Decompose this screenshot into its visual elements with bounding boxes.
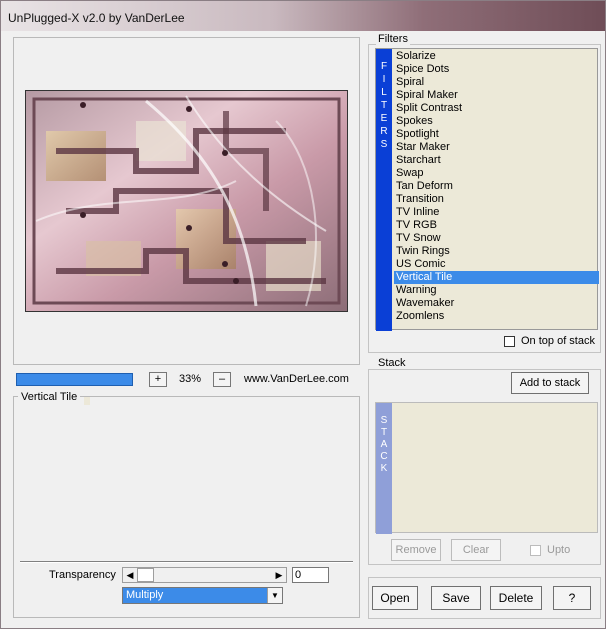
on-top-checkbox[interactable]	[504, 336, 515, 347]
slider-right-arrow-icon[interactable]: ▶	[272, 568, 286, 582]
title-bar[interactable]: UnPlugged-X v2.0 by VanDerLee	[1, 1, 605, 31]
side-letter: T	[380, 100, 388, 111]
zoom-level: 33%	[179, 373, 202, 385]
filter-item[interactable]: US Comic	[394, 258, 599, 271]
window-title: UnPlugged-X v2.0 by VanDerLee	[8, 11, 185, 25]
stack-list[interactable]: STACK	[375, 402, 598, 534]
blend-mode-value: Multiply	[126, 589, 164, 601]
filter-item[interactable]: Spiral	[394, 76, 599, 89]
filters-list[interactable]: FILTERS Solarize Spice Dots Spiral Spiral M…	[375, 48, 599, 331]
transparency-slider[interactable]: ◀ ▶	[122, 567, 287, 583]
stack-group-label: Stack	[376, 357, 408, 369]
filter-item[interactable]: Star Maker	[394, 141, 599, 154]
filter-item[interactable]: Spice Dots	[394, 63, 599, 76]
filter-item[interactable]: Split Contrast	[394, 102, 599, 115]
blend-mode-select[interactable]: Multiply ▼	[122, 587, 283, 604]
side-letter: K	[380, 463, 388, 474]
add-to-stack-button[interactable]: Add to stack	[511, 372, 589, 394]
filter-item[interactable]: Spotlight	[394, 128, 599, 141]
side-letter: E	[380, 113, 388, 124]
filter-item[interactable]: Swap	[394, 167, 599, 180]
filter-item[interactable]: Vertical Tile	[394, 271, 599, 284]
side-letter: S	[380, 139, 388, 150]
filter-item[interactable]: Warning	[394, 284, 599, 297]
chevron-down-icon[interactable]: ▼	[267, 588, 282, 603]
zoom-out-button[interactable]: –	[213, 372, 231, 387]
upto-checkbox[interactable]	[530, 545, 541, 556]
save-button[interactable]: Save	[431, 586, 481, 610]
help-button[interactable]: ?	[553, 586, 591, 610]
transparency-label: Transparency	[49, 569, 116, 581]
filter-description-panel	[13, 396, 360, 618]
slider-left-arrow-icon[interactable]: ◀	[123, 568, 137, 582]
side-letter: S	[380, 415, 388, 426]
side-letter: F	[380, 61, 388, 72]
remove-button[interactable]: Remove	[391, 539, 441, 561]
transparency-input[interactable]: 0	[292, 567, 329, 583]
filter-item[interactable]: Twin Rings	[394, 245, 599, 258]
side-letter: T	[380, 427, 388, 438]
progress-bar	[16, 373, 133, 386]
filter-item[interactable]: Spiral Maker	[394, 89, 599, 102]
controls-divider	[20, 561, 353, 563]
filters-items: Solarize Spice Dots Spiral Spiral Maker Spli…	[394, 50, 599, 323]
preview-panel	[13, 37, 360, 365]
filter-item[interactable]: TV RGB	[394, 219, 599, 232]
filter-item[interactable]: Wavemaker	[394, 297, 599, 310]
on-top-label: On top of stack	[521, 335, 595, 347]
filters-group-label: Filters	[376, 33, 410, 45]
description-header-accent	[84, 397, 90, 405]
upto-label: Upto	[547, 544, 571, 556]
side-letter: I	[382, 74, 386, 85]
side-letter: L	[381, 87, 387, 98]
filter-item[interactable]: Solarize	[394, 50, 599, 63]
zoom-in-button[interactable]: +	[149, 372, 167, 387]
website-link[interactable]: www.VanDerLee.com	[244, 373, 349, 385]
filter-description-title: Vertical Tile	[18, 391, 81, 403]
filters-side-bar: FILTERS	[376, 49, 392, 331]
filter-item[interactable]: TV Snow	[394, 232, 599, 245]
delete-button[interactable]: Delete	[490, 586, 542, 610]
filter-item[interactable]: Spokes	[394, 115, 599, 128]
filter-item[interactable]: Zoomlens	[394, 310, 599, 323]
filter-item[interactable]: TV Inline	[394, 206, 599, 219]
side-letter: A	[380, 439, 388, 450]
side-letter: R	[380, 126, 388, 137]
stack-side-bar: STACK	[376, 403, 392, 534]
open-button[interactable]: Open	[372, 586, 418, 610]
filter-item[interactable]: Transition	[394, 193, 599, 206]
side-letter: C	[380, 451, 388, 462]
clear-button[interactable]: Clear	[451, 539, 501, 561]
preview-image[interactable]	[25, 90, 348, 312]
filter-item[interactable]: Starchart	[394, 154, 599, 167]
filter-item[interactable]: Tan Deform	[394, 180, 599, 193]
slider-thumb[interactable]	[137, 568, 154, 582]
preview-artwork	[26, 91, 347, 311]
